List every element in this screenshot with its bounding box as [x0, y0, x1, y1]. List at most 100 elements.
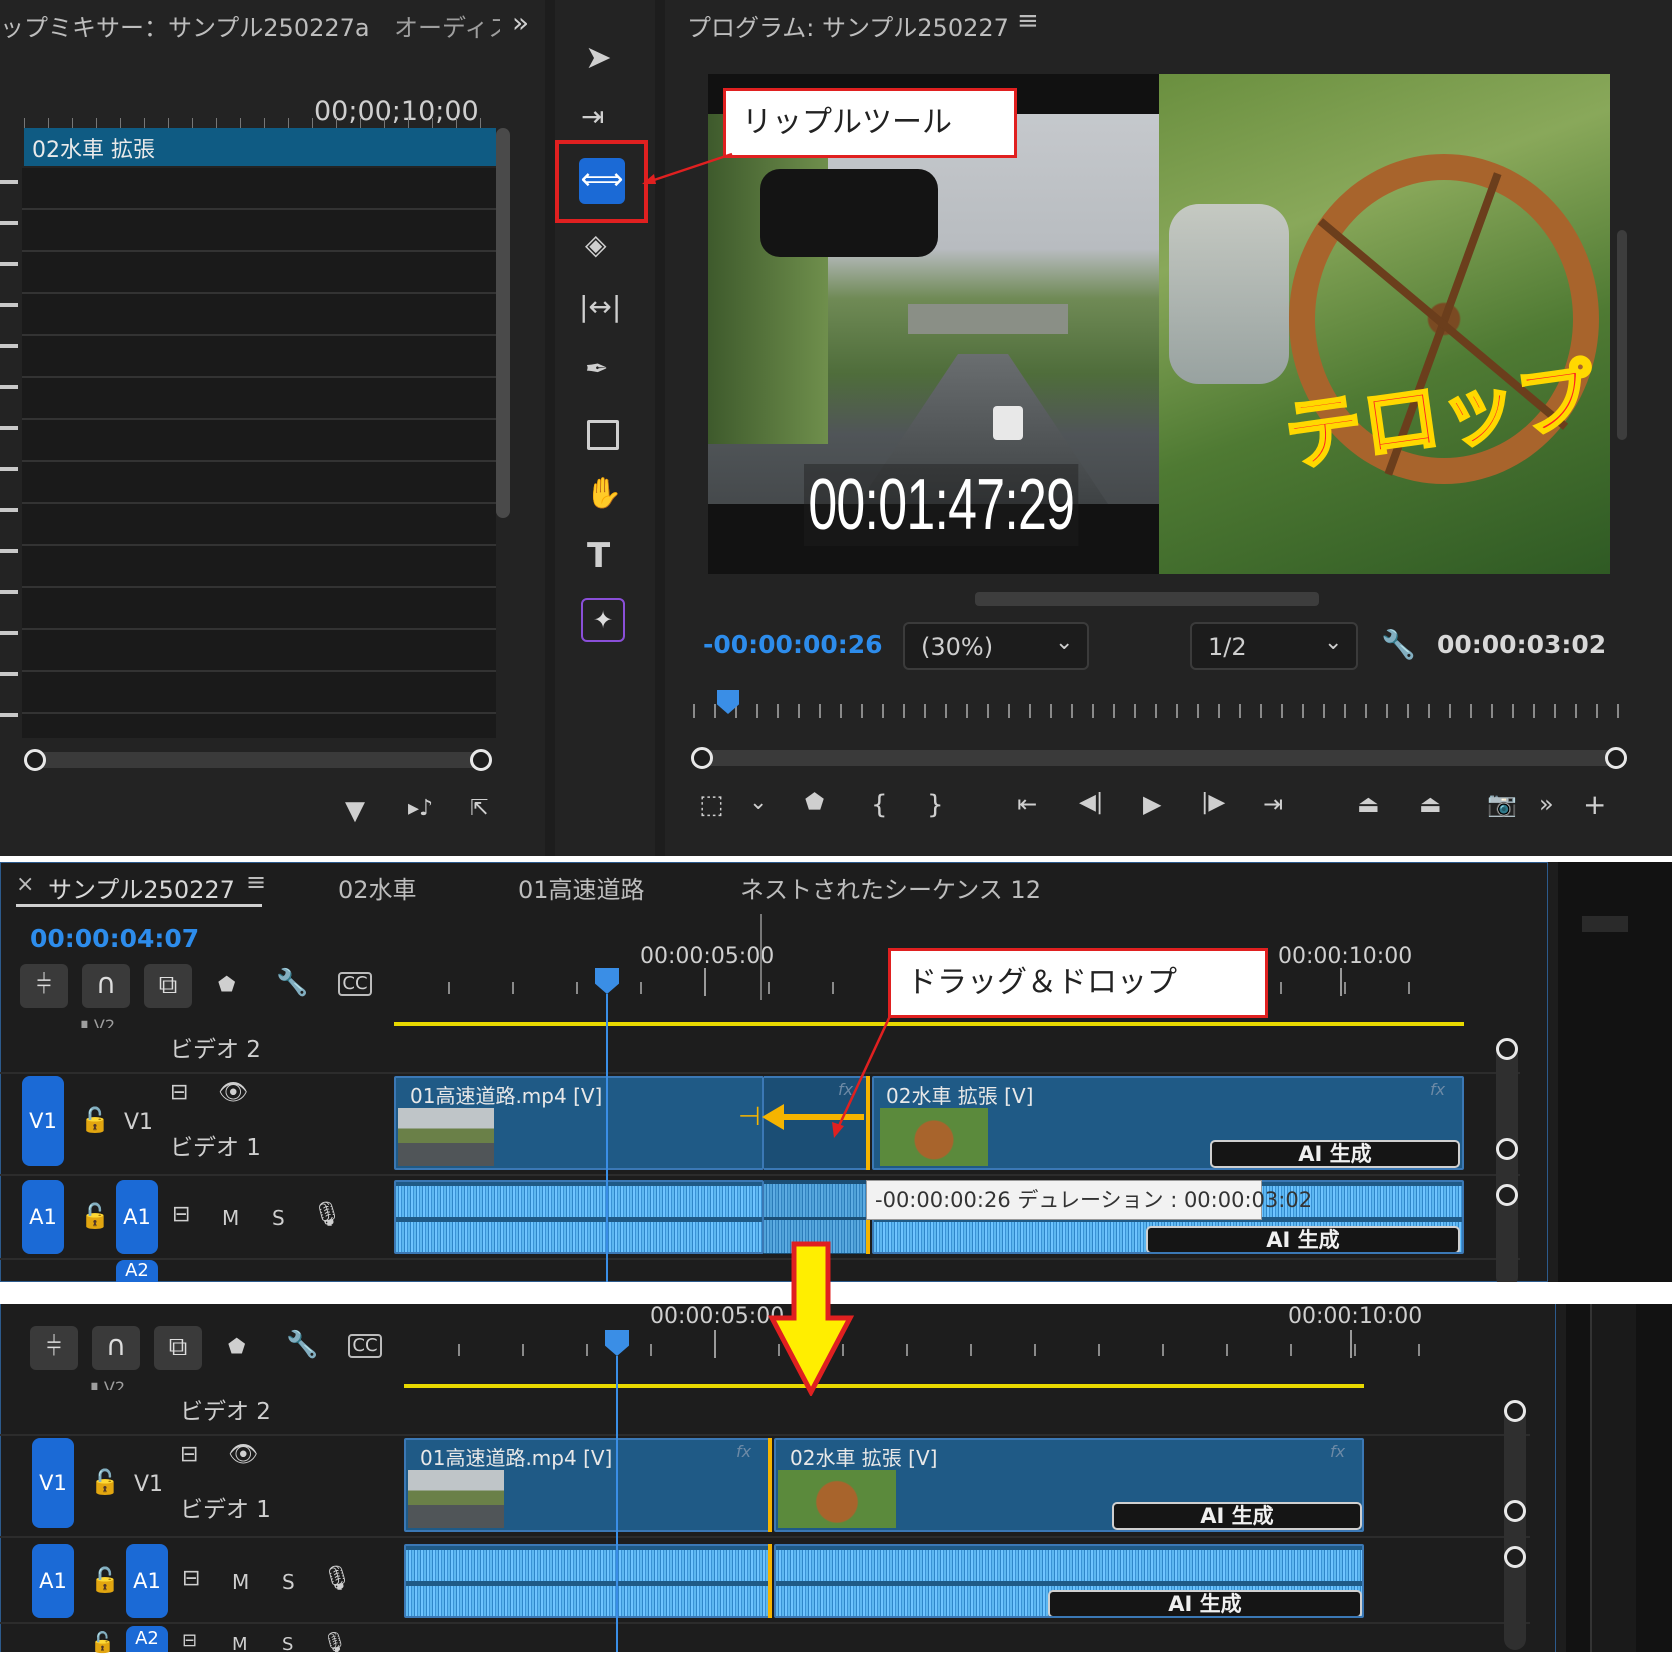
lock-icon[interactable]: 🔓	[90, 1468, 120, 1496]
sync-lock-icon[interactable]: ⊟	[182, 1630, 197, 1651]
sync-lock-icon[interactable]: ⊟	[170, 1080, 188, 1105]
mark-in-icon[interactable]: {	[871, 790, 888, 820]
source-zoom-scrollbar[interactable]	[34, 752, 486, 768]
snap-icon[interactable]: ∩	[82, 964, 130, 1008]
clip-waterwheel-video[interactable]: 02水車 拡張 [V] fx AI 生成	[774, 1438, 1364, 1532]
tab-01-highway[interactable]: 01高速道路	[518, 870, 645, 905]
more-controls-icon[interactable]: »	[1539, 790, 1554, 818]
a1-source-patch[interactable]: A1	[32, 1544, 74, 1618]
selection-tool-icon[interactable]: ➤	[585, 38, 612, 76]
go-to-out-icon[interactable]: ⇥	[1263, 790, 1283, 818]
safe-margins-icon[interactable]: ⬚	[699, 790, 724, 820]
add-button-icon[interactable]: +	[1583, 788, 1606, 821]
rectangle-tool-icon[interactable]	[587, 420, 619, 450]
a1-source-patch[interactable]: A1	[22, 1180, 64, 1254]
chevron-down-icon[interactable]: ⌄	[749, 790, 767, 815]
work-area-bar[interactable]	[404, 1384, 1364, 1388]
panel-menu-icon[interactable]: ≡	[1017, 6, 1039, 36]
tab-nested-sequence[interactable]: ネストされたシーケンス 12	[740, 870, 1041, 905]
resolution-dropdown[interactable]: 1/2 ⌄	[1190, 622, 1358, 670]
program-ruler[interactable]	[693, 704, 1625, 718]
add-marker-icon[interactable]: ⬟	[228, 1334, 245, 1358]
mixer-tab-title[interactable]: ップミキサー：サンプル250227a	[0, 8, 370, 43]
clip-waterwheel-video[interactable]: 02水車 拡張 [V] fx AI 生成	[872, 1076, 1464, 1170]
clip-highway-audio[interactable]	[394, 1180, 764, 1254]
filter-icon[interactable]: ▼	[345, 796, 365, 826]
program-zoom-end-handle[interactable]	[1605, 747, 1627, 769]
panel-overflow-icon[interactable]: »	[512, 6, 529, 39]
slip-tool-icon[interactable]: |↔|	[579, 290, 621, 323]
clip-highway-audio[interactable]	[404, 1544, 770, 1618]
ai-generated-badge[interactable]: AI 生成	[1112, 1502, 1362, 1530]
add-marker-icon[interactable]: ⬟	[805, 790, 824, 815]
scroll-handle[interactable]	[1504, 1546, 1526, 1568]
source-clip-bar[interactable]: 02水車 拡張	[24, 128, 496, 166]
extract-icon[interactable]: ⏏	[1419, 790, 1442, 818]
program-monitor-title[interactable]: プログラム: サンプル250227	[687, 8, 1009, 43]
timeline-settings-icon[interactable]: 🔧	[286, 1330, 318, 1360]
insert-icon[interactable]: ▸♪	[408, 796, 433, 821]
a2-target-patch[interactable]: A2	[126, 1626, 168, 1652]
scroll-handle[interactable]	[1496, 1038, 1518, 1060]
tab-menu-icon[interactable]: ≡	[246, 868, 266, 896]
play-icon[interactable]: ▶	[1143, 790, 1161, 818]
lock-icon[interactable]: 🔓	[80, 1106, 110, 1134]
mark-out-icon[interactable]: }	[927, 790, 944, 820]
snap-icon[interactable]: ∩	[92, 1326, 140, 1370]
tab-sequence[interactable]: サンプル250227a	[48, 870, 236, 905]
program-zoom-start-handle[interactable]	[691, 747, 713, 769]
source-zoom-end-handle[interactable]	[470, 749, 492, 771]
razor-tool-icon[interactable]: ◈	[585, 228, 607, 261]
linked-selection-icon[interactable]: ⧉	[144, 964, 192, 1008]
audio-tab-title[interactable]: オーディス	[394, 8, 500, 43]
source-ruler[interactable]	[24, 118, 494, 128]
program-video-waterwheel[interactable]: テロップ	[1159, 74, 1610, 574]
solo-button[interactable]: S	[272, 1206, 285, 1230]
ai-generated-badge[interactable]: AI 生成	[1048, 1590, 1362, 1616]
v1-target-label[interactable]: V1	[134, 1472, 163, 1497]
ai-generated-badge[interactable]: AI 生成	[1210, 1140, 1460, 1168]
captions-icon[interactable]: CC	[348, 1334, 382, 1358]
mute-button[interactable]: M	[222, 1206, 239, 1230]
solo-button[interactable]: S	[282, 1570, 295, 1594]
pen-tool-icon[interactable]: ✒	[585, 352, 608, 385]
microphone-icon[interactable]: 🎙	[322, 1564, 352, 1592]
source-vertical-scrollbar[interactable]	[496, 128, 510, 518]
playhead-time[interactable]: -00:00:00:26	[703, 630, 883, 659]
clip-highway-video[interactable]: 01高速道路.mp4 [V]	[394, 1076, 764, 1170]
close-icon[interactable]: ×	[16, 872, 34, 897]
eye-icon[interactable]: 👁	[218, 1078, 248, 1106]
generative-extend-tool-icon[interactable]: ✦	[581, 598, 625, 642]
scroll-handle[interactable]	[1504, 1400, 1526, 1422]
a1-target-patch[interactable]: A1	[116, 1180, 158, 1254]
microphone-icon[interactable]: 🎙	[322, 1630, 347, 1654]
insert-nest-icon[interactable]: ⫩	[20, 964, 68, 1008]
scroll-handle[interactable]	[1496, 1184, 1518, 1206]
eye-icon[interactable]: 👁	[228, 1440, 258, 1468]
lock-icon[interactable]: 🔓	[90, 1630, 115, 1654]
camera-icon[interactable]: 📷	[1487, 790, 1517, 818]
ai-generated-badge[interactable]: AI 生成	[1146, 1226, 1460, 1252]
clip-highway-video[interactable]: 01高速道路.mp4 [V] fx	[404, 1438, 770, 1532]
wrench-icon[interactable]: 🔧	[1381, 628, 1416, 661]
track-select-tool-icon[interactable]: ⇥	[581, 100, 604, 133]
ripple-edit-tool-icon[interactable]: ⟺	[579, 158, 625, 204]
zoom-dropdown[interactable]: (30%) ⌄	[903, 622, 1089, 670]
program-zoom-bar[interactable]	[703, 750, 1621, 766]
type-tool-icon[interactable]: T	[587, 536, 610, 576]
lock-icon[interactable]: 🔓	[80, 1202, 110, 1230]
v1-source-patch[interactable]: V1	[32, 1438, 74, 1528]
captions-icon[interactable]: CC	[338, 972, 372, 996]
sync-lock-icon[interactable]: ⊟	[182, 1566, 200, 1591]
insert-nest-icon[interactable]: ⫩	[30, 1326, 78, 1370]
sync-lock-icon[interactable]: ⊟	[172, 1202, 190, 1227]
step-back-icon[interactable]: ◀|	[1079, 790, 1103, 815]
sync-lock-icon[interactable]: ⊟	[180, 1442, 198, 1467]
work-area-bar[interactable]	[394, 1022, 1464, 1026]
monitor-hscroll[interactable]	[975, 592, 1319, 606]
timeline-vertical-scroll[interactable]	[1504, 1400, 1526, 1650]
timeline-current-time[interactable]: 00:00:04:07	[30, 924, 199, 953]
add-marker-icon[interactable]: ⬟	[218, 972, 235, 996]
timeline-vertical-scroll[interactable]	[1496, 1038, 1518, 1288]
a1-target-patch[interactable]: A1	[126, 1544, 168, 1618]
